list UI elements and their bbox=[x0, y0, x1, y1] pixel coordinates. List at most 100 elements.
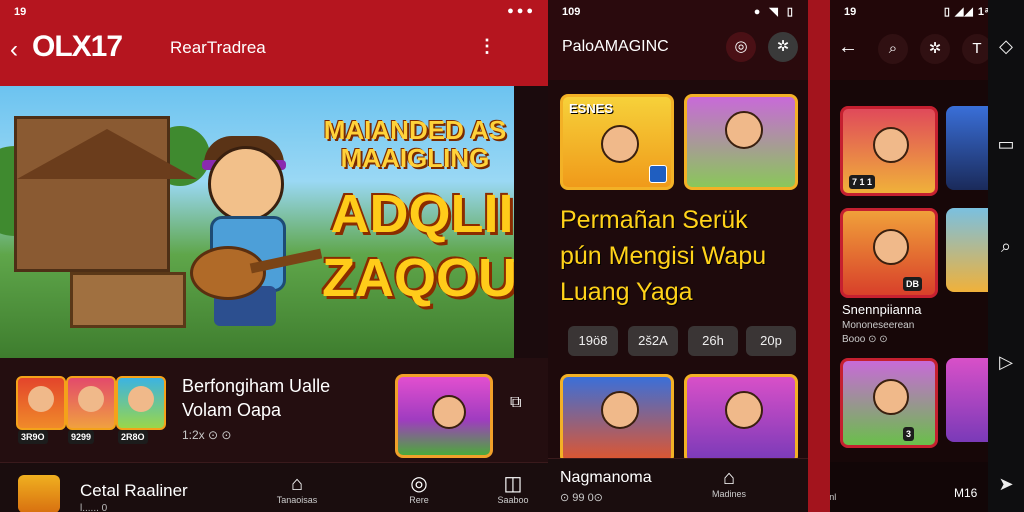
game-card[interactable]: 3 bbox=[840, 358, 938, 448]
diamond-icon[interactable]: ◇ bbox=[988, 36, 1024, 57]
status-icons: ▯ ◢◢ 1ᵃ81G bbox=[943, 6, 988, 18]
top-app-bar: 19 ▯ ◢◢ 1ᵃ81G ← ⌕ ✲ T bbox=[830, 0, 988, 80]
status-icons: ● ◥ ▯ bbox=[753, 6, 796, 18]
bottom-bar: Cetal Raaliner l...... 0 ⌂ Tanaoisas ◎ R… bbox=[0, 462, 548, 512]
current-game-thumb[interactable] bbox=[18, 475, 60, 512]
card-tag: 3 bbox=[903, 427, 915, 441]
top-app-bar: 19 ●●● ‹ OLX17 RearTradrea ⋮ bbox=[0, 0, 548, 86]
hero-title-big: ADQLII ZAQOUDI bbox=[322, 184, 514, 308]
more-vert-icon[interactable]: ⋮ bbox=[478, 36, 496, 57]
game-card[interactable] bbox=[684, 374, 798, 464]
section-sub: Mononeseerean bbox=[842, 320, 915, 331]
home-icon: ⌂ bbox=[290, 473, 304, 495]
play-icon[interactable]: ▷ bbox=[988, 352, 1024, 373]
search-icon[interactable]: ⌕ bbox=[878, 34, 908, 64]
current-game-sub: l...... 0 bbox=[80, 503, 108, 512]
nav-label: Madines bbox=[711, 489, 747, 499]
game-thumb[interactable] bbox=[66, 376, 116, 430]
top-app-bar: 109 ● ◥ ▯ PaloAMAGINC ◎ ✲ bbox=[548, 0, 808, 80]
card-label: ESNES bbox=[569, 101, 614, 116]
info-meta: 1:2x ⊙ ⊙ bbox=[182, 428, 232, 442]
status-bar: 109 ● ◥ ▯ bbox=[548, 0, 808, 24]
nav-item-refresh[interactable]: ◎ Rere bbox=[384, 473, 454, 505]
bottom-bar: ⌂ Somlenl M16 bbox=[830, 462, 988, 512]
third-app-screen: 19 ▯ ◢◢ 1ᵃ81G ← ⌕ ✲ T 7 1 1 DB Snennpiia… bbox=[830, 0, 988, 512]
bottom-title: Nagmanoma bbox=[560, 469, 652, 486]
main-app-screen: 19 ●●● ‹ OLX17 RearTradrea ⋮ MAIANDED AS… bbox=[0, 0, 548, 512]
featured-game-card[interactable] bbox=[395, 374, 493, 458]
game-card-partial[interactable] bbox=[946, 208, 988, 292]
card-tag: DB bbox=[903, 277, 922, 291]
thumb-tag: 2R8O bbox=[118, 430, 148, 444]
game-card[interactable]: 7 1 1 bbox=[840, 106, 938, 196]
panel-divider bbox=[808, 0, 830, 512]
game-thumb[interactable] bbox=[16, 376, 66, 430]
nav-label: Saaboo bbox=[497, 495, 529, 505]
nav-label: Somlenl bbox=[830, 492, 837, 502]
page-title: RearTradrea bbox=[170, 38, 266, 57]
nav-item-bookmark[interactable]: ◫ Saaboo bbox=[478, 473, 548, 505]
section-meta: Booo ⊙ ⊙ bbox=[842, 334, 888, 345]
info-title: Berfongiham Ualle bbox=[182, 376, 331, 396]
status-bar: 19 ▯ ◢◢ 1ᵃ81G bbox=[830, 0, 988, 24]
side-toolbar: ◇ ▭ ⌕ ▷ ➤ bbox=[988, 0, 1024, 512]
refresh-icon: ◎ bbox=[410, 473, 428, 495]
back-arrow-icon[interactable]: ‹ bbox=[10, 36, 18, 64]
settings-icon[interactable]: ✲ bbox=[768, 32, 798, 62]
thumb-tag: 3R9O bbox=[18, 430, 48, 444]
current-game-title: Cetal Raaliner bbox=[80, 481, 188, 500]
nav-label: Tanaoisas bbox=[276, 495, 318, 505]
app-logo: OLX17 bbox=[32, 30, 123, 63]
bottom-sub: ⊙ 99 0⊙ bbox=[560, 492, 603, 504]
filter-chip[interactable]: 20p bbox=[746, 326, 796, 356]
status-icons: ●●● bbox=[507, 5, 536, 17]
hero-character bbox=[180, 136, 310, 336]
game-card[interactable] bbox=[684, 94, 798, 190]
filter-chip[interactable]: 2š2A bbox=[628, 326, 678, 356]
nav-label: Rere bbox=[409, 495, 429, 505]
nav-item-home[interactable]: ⌂ Tanaoisas bbox=[262, 473, 332, 505]
hero-title-top: MAIANDED AS MAAIGLING bbox=[323, 115, 507, 173]
guitar-art bbox=[190, 246, 266, 300]
home-icon: ⌂ bbox=[722, 467, 736, 489]
game-card[interactable] bbox=[560, 374, 674, 464]
info-subtitle: Volam Oapa bbox=[182, 400, 282, 420]
thumb-tag: 9299 bbox=[68, 430, 95, 444]
status-time: 19 bbox=[844, 6, 857, 18]
crate-art bbox=[70, 272, 186, 328]
crop-icon[interactable]: ▭ bbox=[988, 134, 1024, 155]
game-card-partial[interactable] bbox=[946, 106, 988, 190]
status-time: 19 bbox=[14, 6, 27, 18]
game-thumb[interactable] bbox=[116, 376, 166, 430]
send-icon[interactable]: ➤ bbox=[988, 474, 1024, 495]
house-art bbox=[14, 116, 197, 272]
nav-item-home[interactable]: ⌂ Somlenl bbox=[830, 470, 850, 502]
home-icon: ⌂ bbox=[830, 470, 850, 492]
bottom-extra: M16 bbox=[954, 486, 978, 500]
game-card[interactable]: ESNES bbox=[560, 94, 674, 190]
section-title: Snennpiianna bbox=[842, 302, 922, 317]
page-title: PaloAMAGINC bbox=[562, 38, 669, 55]
filter-chip[interactable]: 19ö8 bbox=[568, 326, 618, 356]
game-card-partial[interactable] bbox=[946, 358, 988, 442]
bottom-bar: Nagmanoma ⊙ 99 0⊙ ⌂ Madines bbox=[548, 458, 808, 512]
settings-icon[interactable]: ✲ bbox=[920, 34, 950, 64]
bookmark-icon: ◫ bbox=[503, 473, 523, 495]
record-icon[interactable]: ◎ bbox=[726, 32, 756, 62]
text-icon[interactable]: T bbox=[962, 34, 988, 64]
nav-item-home[interactable]: ⌂ Madines bbox=[694, 467, 764, 499]
search-icon[interactable]: ⌕ bbox=[988, 236, 1024, 257]
game-card[interactable]: DB bbox=[840, 208, 938, 298]
filter-chip[interactable]: 26h bbox=[688, 326, 738, 356]
secondary-app-screen: 109 ● ◥ ▯ PaloAMAGINC ◎ ✲ ESNES Permañan… bbox=[548, 0, 808, 512]
status-time: 109 bbox=[562, 6, 581, 18]
game-info-row: 3R9O 9299 2R8O Berfongiham Ualle Volam O… bbox=[0, 358, 548, 462]
card-tag: 7 1 1 bbox=[849, 175, 876, 189]
back-arrow-icon[interactable]: ← bbox=[838, 36, 858, 59]
hero-banner[interactable]: MAIANDED AS MAAIGLING ADQLII ZAQOUDI bbox=[0, 86, 514, 358]
share-icon[interactable]: ⧉ bbox=[510, 394, 521, 412]
promo-line-2: pún Mengisi Wapu bbox=[560, 242, 767, 270]
status-bar: 19 ●●● bbox=[0, 0, 548, 24]
promo-line-3: Luang Yaga bbox=[560, 278, 693, 306]
promo-line-1: Permañan Serük bbox=[560, 206, 748, 234]
